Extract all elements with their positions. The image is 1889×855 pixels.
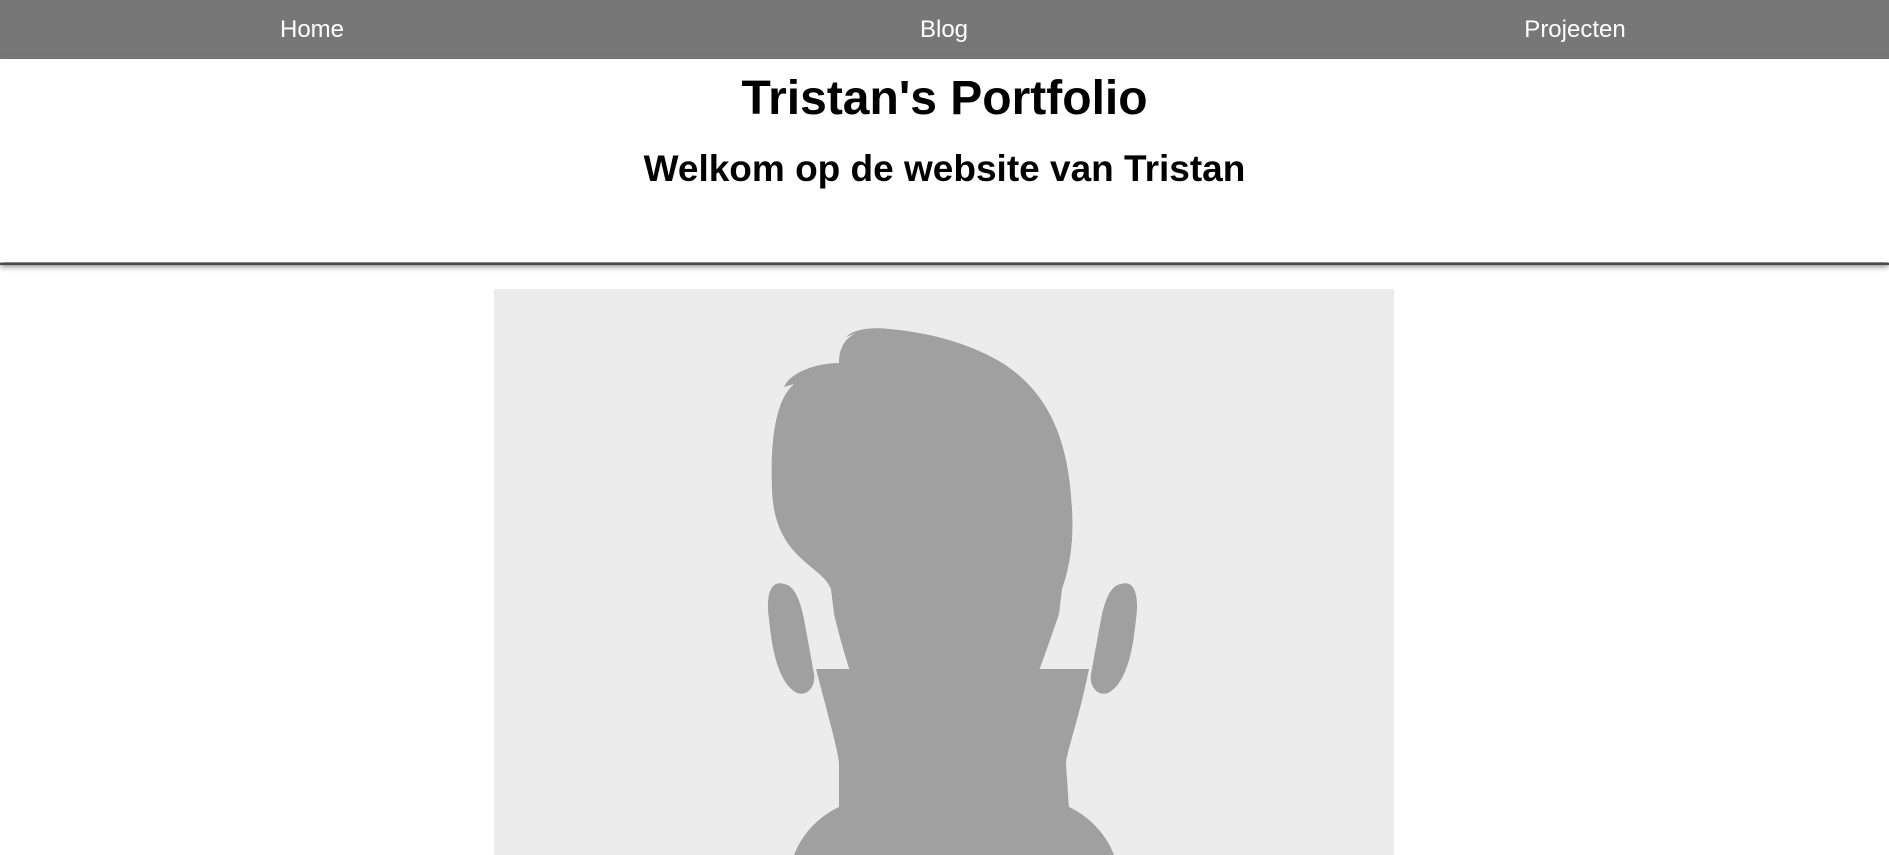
nav-link-projecten[interactable]: Projecten — [1524, 0, 1625, 59]
page-title: Tristan's Portfolio — [741, 72, 1148, 125]
page-subtitle: Welkom op de website van Tristan — [643, 148, 1246, 189]
nav-link-home[interactable]: Home — [280, 0, 344, 59]
header-divider — [0, 263, 1889, 265]
page-header: Tristan's Portfolio Welkom op de website… — [0, 59, 1889, 262]
nav-link-blog[interactable]: Blog — [920, 0, 968, 59]
person-silhouette-icon — [767, 328, 1138, 855]
profile-image — [494, 289, 1394, 855]
top-navigation-bar: Home Blog Projecten — [0, 0, 1889, 59]
